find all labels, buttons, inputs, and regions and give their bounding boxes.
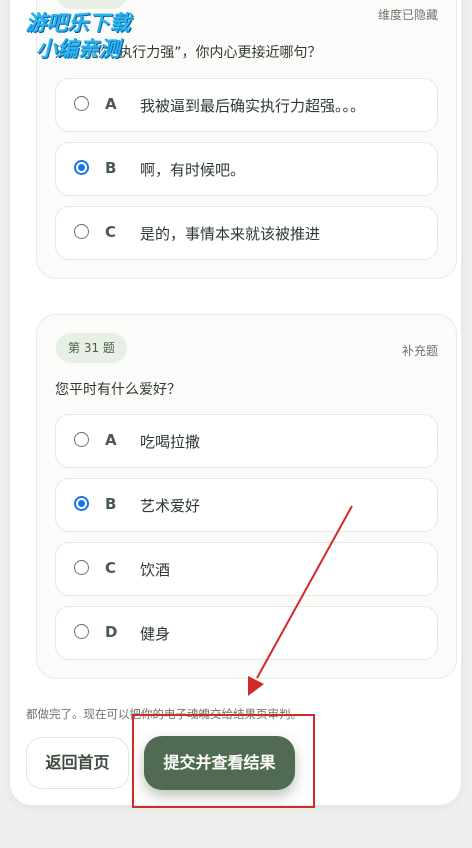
- watermark-line-2: 小编亲测: [36, 37, 120, 61]
- watermark-logo: 游吧乐下载 小编亲测: [8, 10, 148, 62]
- watermark-line-1: 游吧乐下载: [25, 11, 131, 35]
- red-arrow-icon: [248, 505, 353, 696]
